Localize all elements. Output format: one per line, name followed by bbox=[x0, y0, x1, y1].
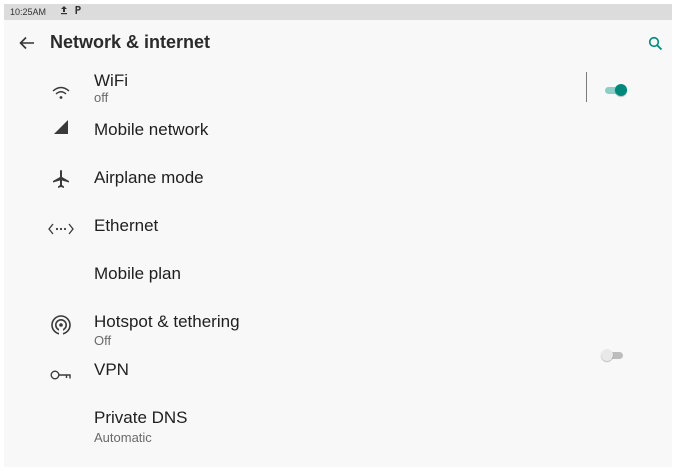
status-time: 10:25AM bbox=[10, 7, 47, 17]
wifi-icon bbox=[48, 80, 74, 106]
wifi-status: off bbox=[94, 90, 109, 105]
airplane-icon bbox=[48, 166, 74, 192]
mobile-plan-label: Mobile plan bbox=[94, 264, 181, 283]
list-item-hotspot-tethering[interactable]: Hotspot & tethering Off bbox=[4, 304, 672, 352]
list-item-private-dns[interactable]: Private DNS Automatic bbox=[4, 400, 672, 448]
list-item-mobile-plan[interactable]: Mobile plan bbox=[4, 256, 672, 304]
mobile-network-label: Mobile network bbox=[94, 120, 209, 139]
list-item-mobile-network[interactable]: Mobile network bbox=[4, 112, 672, 160]
hotspot-icon bbox=[48, 312, 74, 338]
hotspot-label: Hotspot & tethering bbox=[94, 312, 240, 331]
private-dns-label: Private DNS bbox=[94, 408, 188, 427]
list-item-vpn[interactable]: VPN bbox=[4, 352, 672, 400]
page-title: Network & internet bbox=[50, 32, 211, 52]
list-item-ethernet[interactable]: Ethernet bbox=[4, 208, 672, 256]
arrow-back-icon[interactable] bbox=[14, 30, 40, 56]
wifi-label: WiFi bbox=[94, 71, 128, 90]
cellular-signal-icon bbox=[48, 114, 74, 140]
ethernet-label: Ethernet bbox=[94, 216, 159, 235]
ethernet-icon bbox=[48, 216, 74, 242]
list-item-airplane-mode[interactable]: Airplane mode bbox=[4, 160, 672, 208]
app-bar: Network & internet bbox=[4, 20, 672, 64]
private-dns-status: Automatic bbox=[94, 430, 152, 445]
wifi-toggle[interactable] bbox=[605, 84, 627, 96]
parking-icon bbox=[74, 4, 82, 20]
hotspot-status: Off bbox=[94, 333, 112, 348]
wifi-toggle-thumb bbox=[615, 84, 627, 96]
list-item-wifi[interactable]: WiFi off bbox=[4, 64, 672, 112]
status-bar: 10:25AM bbox=[4, 4, 672, 20]
search-icon[interactable] bbox=[644, 32, 666, 54]
vpn-key-icon bbox=[48, 362, 74, 388]
settings-screen: 10:25AM Network & internet WiFi off Mobi… bbox=[4, 4, 672, 467]
vpn-label: VPN bbox=[94, 360, 129, 379]
upload-icon bbox=[60, 4, 68, 20]
airplane-mode-label: Airplane mode bbox=[94, 168, 204, 187]
